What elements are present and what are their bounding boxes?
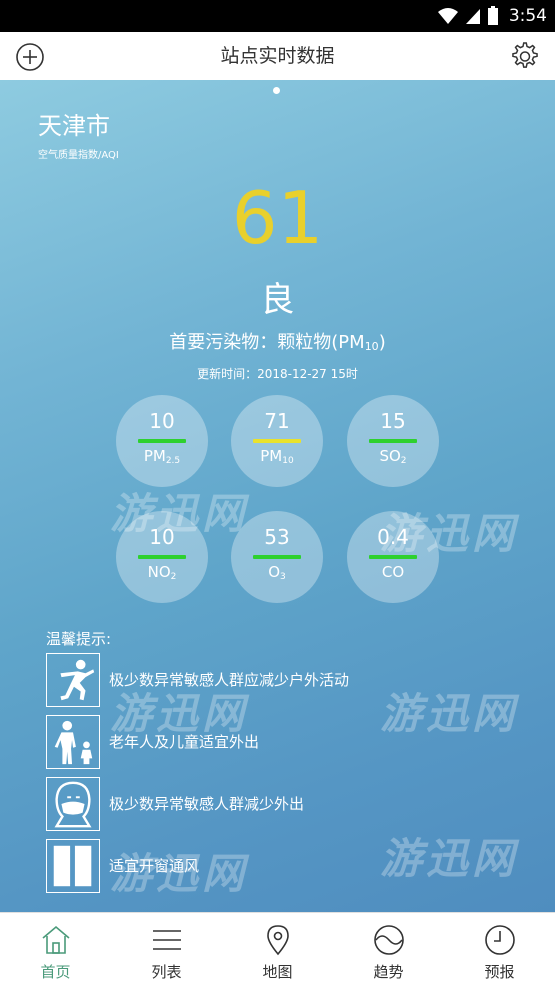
pollutant-no2[interactable]: 10 NO2 <box>116 511 208 603</box>
nav-label: 地图 <box>262 963 293 981</box>
tip-text: 极少数异常敏感人群减少外出 <box>109 795 305 813</box>
signal-icon <box>465 9 480 24</box>
status-bar: 3:54 <box>0 0 555 32</box>
nav-trend[interactable]: 趋势 <box>333 913 444 989</box>
page-indicator <box>273 87 280 94</box>
nav-map[interactable]: 地图 <box>222 913 333 989</box>
pollutant-name: PM10 <box>260 447 294 466</box>
nav-forecast[interactable]: 预报 <box>444 913 555 989</box>
nav-label: 趋势 <box>373 963 404 981</box>
home-icon <box>41 925 70 954</box>
trend-icon <box>373 925 404 955</box>
aqi-caption: 空气质量指数/AQI <box>38 150 119 161</box>
tip-text: 老年人及儿童适宜外出 <box>109 733 260 751</box>
nav-label: 预报 <box>484 963 515 981</box>
pollutant-pm25[interactable]: 10 PM2.5 <box>116 395 208 487</box>
aqi-value: 61 <box>231 176 324 260</box>
list-icon <box>152 930 181 950</box>
nav-label: 列表 <box>151 963 182 981</box>
air-quality-panel[interactable]: 游迅网 游迅网 游迅网 游迅网 游迅网 游迅网 天津市 空气质量指数/AQI 6… <box>0 80 555 912</box>
primary-pollutant: 首要污染物：颗粒物(PM10) <box>0 328 555 354</box>
clock-icon <box>484 925 515 955</box>
city-name: 天津市 <box>38 112 110 140</box>
primary-pollutant-label: 首要污染物：颗粒物(PM <box>169 332 365 353</box>
pollutant-value: 71 <box>264 409 290 433</box>
tip-item: 极少数异常敏感人群应减少户外活动 <box>46 653 506 709</box>
pollutant-value: 10 <box>149 409 175 433</box>
pollutant-value: 10 <box>149 525 175 549</box>
window-icon <box>46 839 100 893</box>
bottom-nav: 首页 列表 地图 趋势 预报 <box>0 912 555 989</box>
pollutant-name: NO2 <box>147 563 177 582</box>
battery-icon <box>487 6 498 25</box>
running-person-icon <box>46 653 100 707</box>
tip-item: 极少数异常敏感人群减少外出 <box>46 777 506 833</box>
elder-child-icon <box>46 715 100 769</box>
tip-item: 老年人及儿童适宜外出 <box>46 715 506 771</box>
pollutant-co[interactable]: 0.4 CO <box>347 511 439 603</box>
app-header: 站点实时数据 <box>0 32 555 81</box>
level-bar <box>253 555 301 559</box>
level-bar <box>369 555 417 559</box>
tip-item: 适宜开窗通风 <box>46 839 506 895</box>
pollutant-name: SO2 <box>379 447 407 466</box>
level-bar <box>138 439 186 443</box>
tip-text: 适宜开窗通风 <box>109 857 200 875</box>
aqi-level: 良 <box>260 280 295 320</box>
status-time: 3:54 <box>508 6 547 26</box>
pollutant-pm10[interactable]: 71 PM10 <box>231 395 323 487</box>
update-time: 更新时间：2018-12-27 15时 <box>197 367 358 381</box>
level-bar <box>369 439 417 443</box>
page-title: 站点实时数据 <box>220 45 335 67</box>
tip-text: 极少数异常敏感人群应减少户外活动 <box>109 671 350 689</box>
pollutant-value: 53 <box>264 525 290 549</box>
tips-title: 温馨提示: <box>46 630 112 648</box>
primary-pollutant-sub: 10 <box>364 340 379 353</box>
pollutant-name: PM2.5 <box>143 447 181 466</box>
map-pin-icon <box>266 925 289 956</box>
level-bar <box>253 439 301 443</box>
pollutant-value: 15 <box>380 409 406 433</box>
pollutant-name: CO <box>381 563 405 581</box>
status-icons: 3:54 <box>437 0 547 32</box>
nav-label: 首页 <box>40 963 71 981</box>
pollutant-o3[interactable]: 53 O3 <box>231 511 323 603</box>
nav-home[interactable]: 首页 <box>0 913 111 989</box>
pollutant-value: 0.4 <box>377 525 409 549</box>
pollutant-name: O3 <box>268 563 286 582</box>
pollutant-so2[interactable]: 15 SO2 <box>347 395 439 487</box>
gear-icon[interactable] <box>509 40 541 72</box>
wifi-icon <box>437 8 458 24</box>
nav-list[interactable]: 列表 <box>111 913 222 989</box>
mask-face-icon <box>46 777 100 831</box>
primary-pollutant-close: ) <box>378 332 386 353</box>
level-bar <box>138 555 186 559</box>
